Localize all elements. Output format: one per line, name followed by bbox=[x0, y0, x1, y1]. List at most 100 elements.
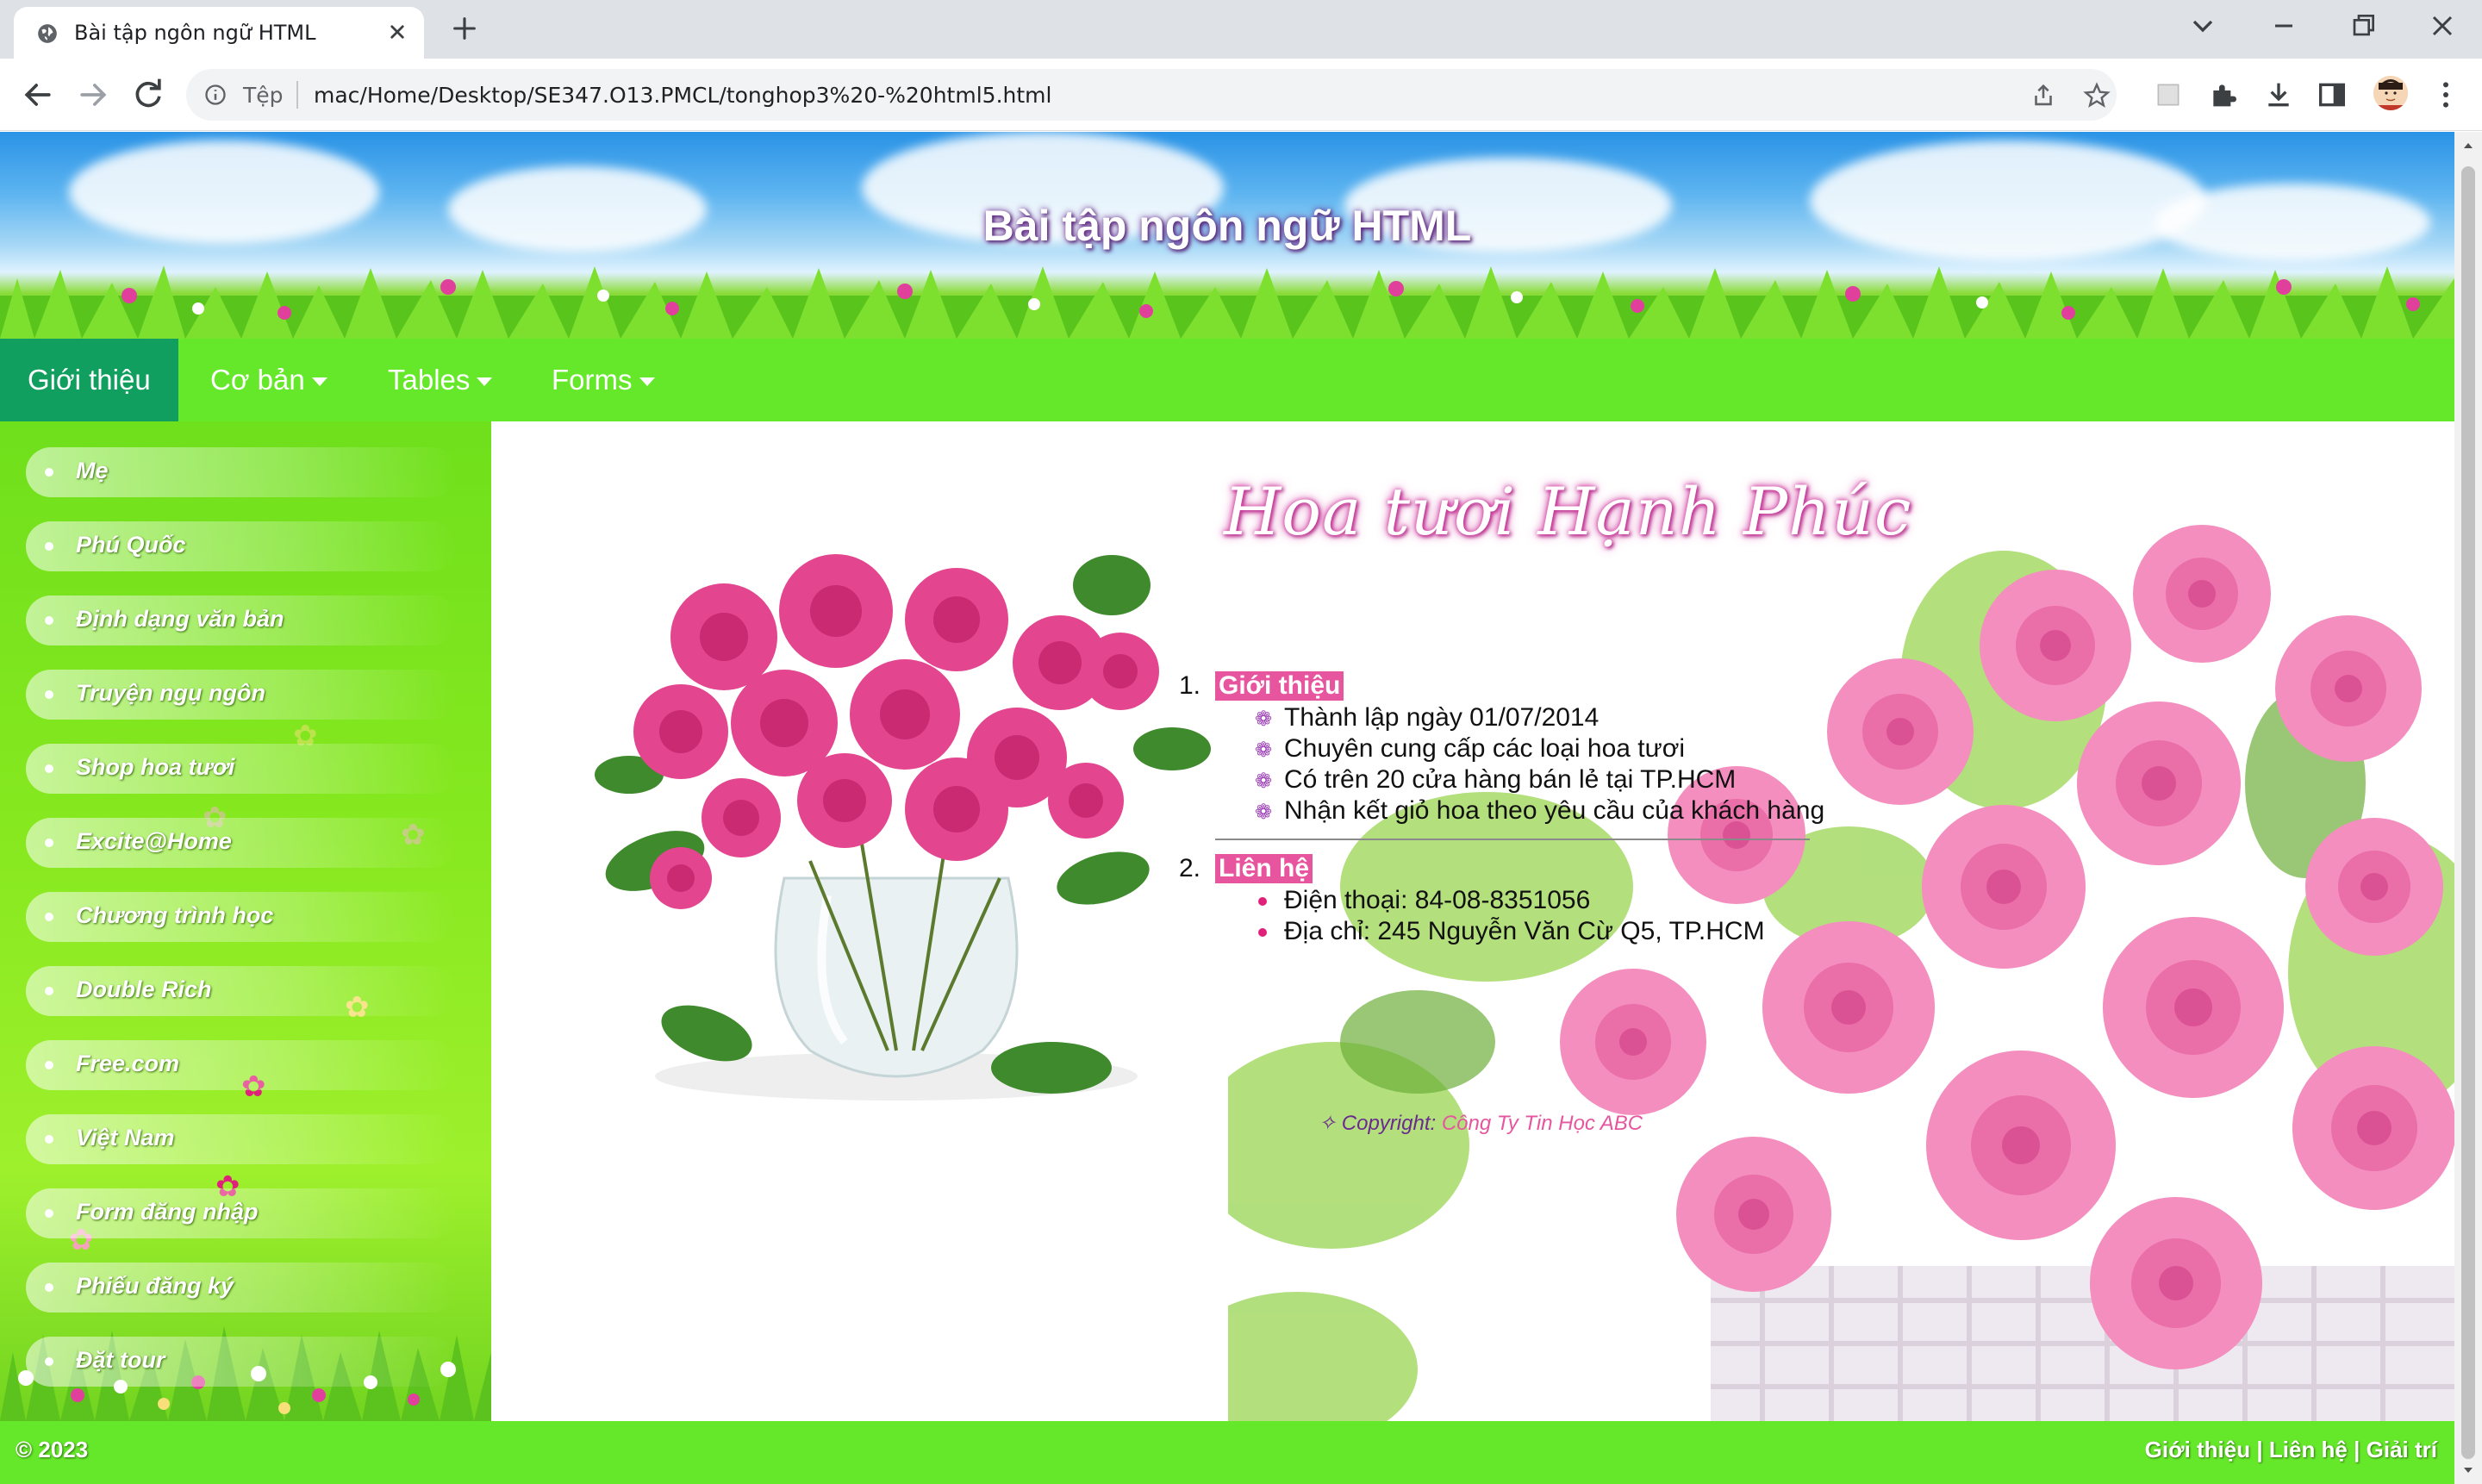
list-item: Địa chỉ: 245 Nguyễn Văn Cừ Q5, TP.HCM bbox=[1258, 916, 2249, 947]
sidebar-item[interactable]: Chương trình học bbox=[26, 892, 457, 942]
info-icon[interactable] bbox=[203, 83, 228, 107]
caret-down-icon bbox=[639, 377, 655, 387]
info-list: 1. Giới thiệu ❁ Thành lập ngày 01/07/2014… bbox=[1179, 671, 2249, 954]
browser-tab[interactable]: Bài tập ngôn ngữ HTML bbox=[14, 7, 424, 59]
sidebar-item[interactable]: Form đăng nhập bbox=[26, 1188, 457, 1238]
caret-down-icon bbox=[311, 377, 327, 387]
list-item: ❁ Có trên 20 cửa hàng bán lẻ tại TP.HCM bbox=[1255, 764, 2249, 795]
company-link[interactable]: Công Ty Tin Học ABC bbox=[1442, 1112, 1643, 1135]
scroll-down-arrow-icon[interactable] bbox=[2461, 1463, 2475, 1477]
sidebar-item-label: Việt Nam bbox=[76, 1125, 175, 1150]
footer-links: Giới thiệu | Liên hệ | Giải trí bbox=[2145, 1437, 2437, 1463]
sidebar-item[interactable]: Đặt tour bbox=[26, 1337, 457, 1387]
copyright: ✧ Copyright: Công Ty Tin Học ABC bbox=[1319, 1111, 1643, 1136]
nav-label: Forms bbox=[552, 364, 633, 396]
sidebar-item[interactable]: Phú Quốc bbox=[26, 521, 457, 571]
sidebar-item-label: Excite@Home bbox=[76, 828, 232, 854]
main-navbar: Giới thiệu Cơ bản Tables Forms bbox=[0, 339, 2454, 421]
script-title: Hoa tươi Hạnh Phúc bbox=[1224, 473, 1912, 550]
vertical-scrollbar[interactable] bbox=[2454, 132, 2482, 1484]
section-heading: Giới thiệu bbox=[1215, 671, 1344, 701]
banner-grass-flowers bbox=[0, 265, 2454, 339]
sidebar-item-label: Phú Quốc bbox=[76, 532, 186, 558]
scroll-up-arrow-icon[interactable] bbox=[2461, 139, 2475, 153]
sidebar-item-label: Phiếu đăng ký bbox=[76, 1273, 234, 1299]
flower-bullet-icon: ❁ bbox=[1255, 708, 1273, 731]
sidebar-item-label: Đặt tour bbox=[76, 1347, 165, 1373]
nav-item-forms[interactable]: Forms bbox=[524, 339, 683, 421]
close-window-icon[interactable] bbox=[2425, 9, 2460, 43]
sidebar-item-label: Truyện ngụ ngôn bbox=[76, 680, 265, 706]
flower-bullet-icon: ❁ bbox=[1255, 739, 1273, 762]
footer-link-lien-he[interactable]: Liên hệ bbox=[2269, 1437, 2348, 1463]
flower-bullet-icon: ❁ bbox=[1255, 801, 1273, 824]
sidebar-item[interactable]: Việt Nam bbox=[26, 1114, 457, 1164]
footer: © 2023 Giới thiệu | Liên hệ | Giải trí bbox=[0, 1421, 2454, 1484]
rose-vase-image bbox=[552, 516, 1219, 1119]
nav-item-gioi-thieu[interactable]: Giới thiệu bbox=[0, 339, 178, 421]
sidebar-item[interactable]: Truyện ngụ ngôn bbox=[26, 670, 457, 720]
flower-bullet-icon: ❁ bbox=[1255, 770, 1273, 793]
list-item: Điện thoại: 84-08-8351056 bbox=[1258, 885, 2249, 916]
divider bbox=[1215, 839, 1810, 840]
sidebar-item[interactable]: Double Rich bbox=[26, 966, 457, 1016]
section-intro: 1. Giới thiệu ❁ Thành lập ngày 01/07/2014… bbox=[1179, 671, 2249, 840]
header-banner: Bài tập ngôn ngữ HTML bbox=[0, 132, 2454, 339]
bookmark-star-icon[interactable] bbox=[2082, 81, 2111, 110]
puzzle-extensions-icon[interactable] bbox=[2206, 78, 2241, 112]
footer-separator: | bbox=[2256, 1437, 2263, 1462]
restore-icon[interactable] bbox=[2346, 9, 2380, 43]
sidebar-item-label: Chương trình học bbox=[76, 902, 274, 928]
url-text[interactable]: mac/Home/Desktop/SE347.O13.PMCL/tonghop3… bbox=[314, 83, 1051, 108]
copyright-label: Copyright: bbox=[1341, 1112, 1437, 1135]
share-icon[interactable] bbox=[2029, 81, 2058, 110]
sidebar-item-label: Free.com bbox=[76, 1051, 180, 1076]
nav-label: Cơ bản bbox=[210, 364, 305, 396]
list-item: ❁ Nhận kết giỏ hoa theo yêu cầu của khách… bbox=[1255, 795, 2249, 826]
close-tab-icon[interactable] bbox=[384, 19, 410, 45]
sidebar-item[interactable]: Free.com bbox=[26, 1040, 457, 1090]
section-number: 1. bbox=[1179, 671, 1201, 700]
sidebar-item-label: Form đăng nhập bbox=[76, 1199, 259, 1225]
footer-copyright: © 2023 bbox=[16, 1437, 89, 1462]
minimize-icon[interactable] bbox=[2267, 9, 2301, 43]
sidebar-item-label: Shop hoa tươi bbox=[76, 754, 235, 780]
tab-title: Bài tập ngôn ngữ HTML bbox=[74, 21, 316, 45]
roses-basket-image bbox=[1228, 525, 2454, 1421]
download-icon[interactable] bbox=[2261, 78, 2296, 112]
sidebar-item[interactable]: Định dạng văn bản bbox=[26, 595, 457, 645]
forward-arrow-icon[interactable] bbox=[74, 76, 112, 114]
footer-separator: | bbox=[2354, 1437, 2360, 1462]
pink-dot-bullet bbox=[1258, 897, 1267, 906]
footer-link-gioi-thieu[interactable]: Giới thiệu bbox=[2145, 1437, 2250, 1463]
extension-grid-icon[interactable] bbox=[2151, 78, 2186, 112]
sidebar-item-label: Định dạng văn bản bbox=[76, 606, 284, 632]
reload-icon[interactable] bbox=[129, 76, 167, 114]
back-arrow-icon[interactable] bbox=[19, 76, 57, 114]
banner-title: Bài tập ngôn ngữ HTML bbox=[982, 202, 1472, 250]
avatar-face-icon bbox=[2373, 76, 2408, 110]
section-heading: Liên hệ bbox=[1215, 854, 1313, 883]
caret-down-icon bbox=[477, 377, 493, 387]
side-panel-icon[interactable] bbox=[2315, 78, 2349, 112]
sidebar-item-label: Mẹ bbox=[76, 458, 109, 483]
sidebar-item[interactable]: Shop hoa tươi bbox=[26, 744, 457, 794]
nav-item-tables[interactable]: Tables bbox=[360, 339, 520, 421]
sidebar-item-label: Double Rich bbox=[76, 976, 212, 1002]
footer-link-giai-tri[interactable]: Giải trí bbox=[2367, 1437, 2437, 1463]
address-bar[interactable]: Tệp mac/Home/Desktop/SE347.O13.PMCL/tong… bbox=[186, 69, 2117, 121]
pink-dot-bullet bbox=[1258, 928, 1267, 937]
scroll-thumb[interactable] bbox=[2461, 166, 2475, 1459]
profile-avatar[interactable] bbox=[2373, 76, 2408, 110]
sparkle-icon: ✧ bbox=[1319, 1112, 1337, 1135]
browser-tabbar: Bài tập ngôn ngữ HTML bbox=[0, 0, 2482, 59]
sidebar-item[interactable]: Phiếu đăng ký bbox=[26, 1263, 457, 1313]
main-content: Hoa tươi Hạnh Phúc 1. Giới thiệu ❁ Thành … bbox=[491, 421, 2454, 1421]
sidebar-item[interactable]: Mẹ bbox=[26, 447, 457, 497]
tab-search-chevron-icon[interactable] bbox=[2186, 9, 2220, 43]
nav-item-co-ban[interactable]: Cơ bản bbox=[183, 339, 355, 421]
new-tab-icon[interactable] bbox=[450, 14, 479, 43]
sidebar: ✿ ✿ ✿ ✿ ✿ ✿ ✿ Mẹ Phú Quốc Định dạng văn … bbox=[0, 421, 491, 1421]
sidebar-item[interactable]: Excite@Home bbox=[26, 818, 457, 868]
more-menu-icon[interactable] bbox=[2429, 78, 2463, 112]
